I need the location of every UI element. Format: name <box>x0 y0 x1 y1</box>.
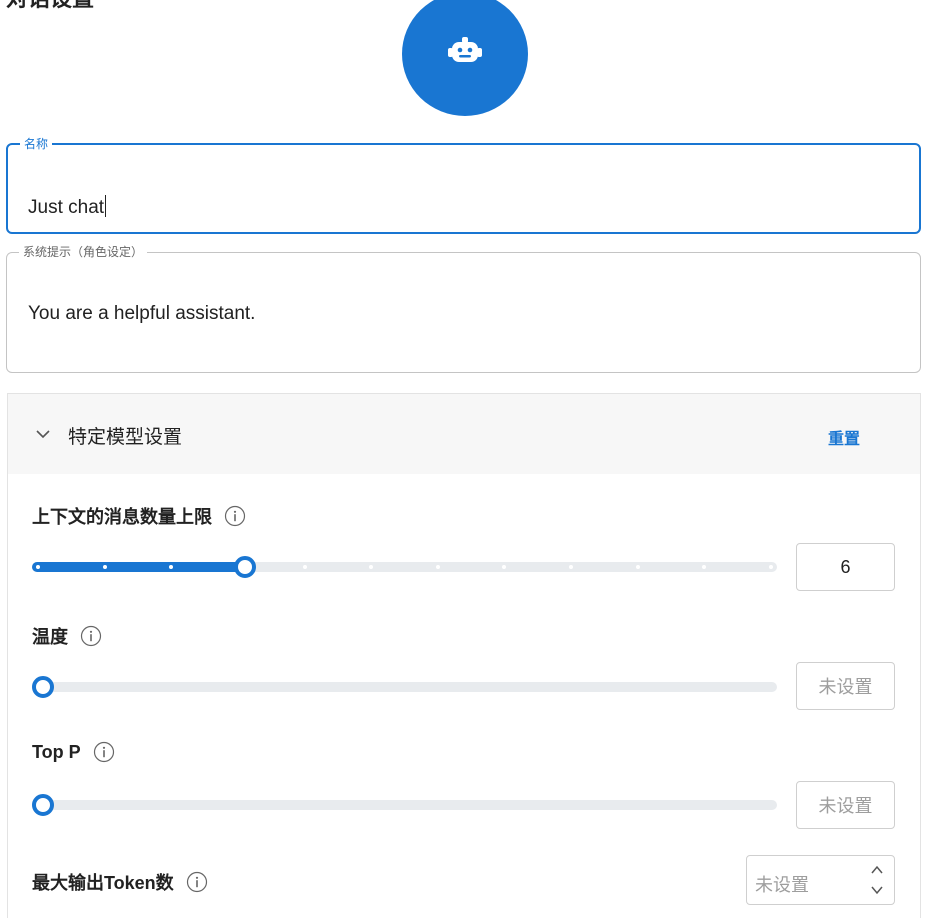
context-limit-slider[interactable] <box>32 552 777 582</box>
model-settings-title: 特定模型设置 <box>68 427 183 448</box>
model-settings-header[interactable]: 特定模型设置 重置 <box>8 394 920 474</box>
slider-step-dot <box>502 565 506 569</box>
context-limit-row: 上下文的消息数量上限 <box>32 503 246 529</box>
temperature-slider[interactable] <box>32 672 777 702</box>
avatar[interactable] <box>402 0 528 116</box>
chevron-up-icon[interactable] <box>868 861 886 879</box>
model-settings-panel: 特定模型设置 重置 <box>7 393 921 918</box>
max-tokens-stepper[interactable]: 未设置 <box>746 855 895 905</box>
text-caret <box>105 195 107 217</box>
info-icon[interactable] <box>80 625 102 647</box>
temperature-label: 温度 <box>32 627 68 647</box>
slider-step-dot <box>303 565 307 569</box>
robot-icon <box>448 37 482 62</box>
page-title: 对话设置 <box>6 0 94 12</box>
temperature-value-box[interactable]: 未设置 <box>796 662 895 710</box>
slider-step-dot <box>169 565 173 569</box>
name-field[interactable]: 名称 Just chat <box>6 137 921 234</box>
slider-track <box>32 800 777 810</box>
info-icon[interactable] <box>93 741 115 763</box>
top-p-slider[interactable] <box>32 790 777 820</box>
slider-step-dot <box>436 565 440 569</box>
slider-step-dot <box>103 565 107 569</box>
slider-step-dot <box>636 565 640 569</box>
chevron-down-icon[interactable] <box>868 881 886 899</box>
max-tokens-row: 最大输出Token数 <box>32 869 208 895</box>
reset-button[interactable]: 重置 <box>828 425 860 449</box>
system-prompt-input[interactable]: You are a helpful assistant. <box>28 303 255 325</box>
info-icon[interactable] <box>224 505 246 527</box>
slider-thumb[interactable] <box>32 794 54 816</box>
top-p-value-box[interactable]: 未设置 <box>796 781 895 829</box>
system-prompt-field[interactable]: 系统提示（角色设定） You are a helpful assistant. <box>6 245 921 373</box>
stepper-arrows <box>860 856 894 904</box>
info-icon[interactable] <box>186 871 208 893</box>
slider-step-dot <box>569 565 573 569</box>
context-limit-label: 上下文的消息数量上限 <box>32 507 212 527</box>
temperature-row: 温度 <box>32 623 102 649</box>
slider-step-dot <box>769 565 773 569</box>
max-tokens-input[interactable]: 未设置 <box>755 871 809 897</box>
slider-step-dot <box>369 565 373 569</box>
system-prompt-label: 系统提示（角色设定） <box>23 245 144 259</box>
slider-step-dot <box>36 565 40 569</box>
top-p-row: Top P <box>32 741 115 763</box>
max-tokens-label: 最大输出Token数 <box>32 873 174 893</box>
slider-fill <box>32 562 245 572</box>
slider-thumb[interactable] <box>32 676 54 698</box>
context-limit-value-box[interactable]: 6 <box>796 543 895 591</box>
top-p-label: Top P <box>32 741 81 762</box>
chevron-down-icon[interactable] <box>35 426 51 442</box>
name-input-value: Just chat <box>28 197 105 218</box>
slider-step-dot <box>702 565 706 569</box>
slider-track <box>32 682 777 692</box>
name-input[interactable]: Just chat <box>28 195 107 219</box>
slider-thumb[interactable] <box>234 556 256 578</box>
name-field-label: 名称 <box>24 137 49 151</box>
